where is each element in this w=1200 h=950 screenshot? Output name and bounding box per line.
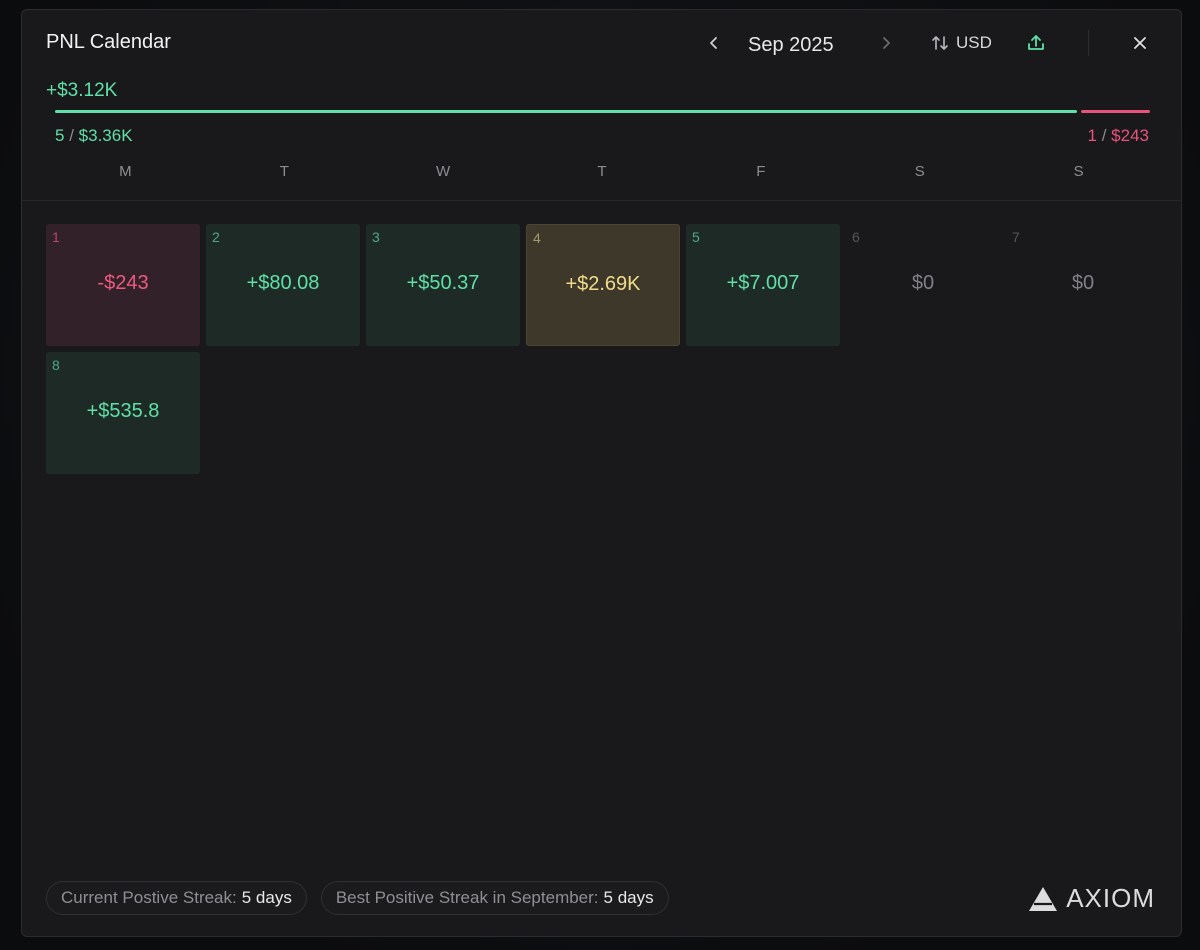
calendar-day-cell[interactable]: 2 +$80.08: [206, 224, 360, 346]
weekday-label: F: [756, 163, 766, 180]
separator: /: [69, 126, 74, 145]
month-label: Sep 2025: [748, 33, 834, 56]
brand-logo: AXIOM: [1028, 883, 1155, 914]
negative-ratio-bar: [1081, 110, 1150, 113]
positive-amount: $3.36K: [78, 126, 133, 145]
current-streak-value: 5 days: [241, 888, 292, 907]
calendar-grid: 1 -$243 2 +$80.08 3 +$50.37 4 +$2.69K 5 …: [46, 224, 1158, 474]
pnl-calendar-modal: PNL Calendar Sep 2025 USD +$3.12K 5 / $3…: [21, 9, 1182, 937]
export-button[interactable]: [1024, 28, 1048, 58]
calendar-day-cell[interactable]: 8 +$535.8: [46, 352, 200, 474]
close-icon: [1134, 37, 1146, 49]
header-divider: [1088, 30, 1089, 56]
weekday-label: S: [914, 163, 925, 180]
weekday-label: T: [279, 163, 289, 180]
total-pnl: +$3.12K: [46, 80, 118, 101]
day-pnl: $0: [911, 272, 935, 294]
weekday-label: T: [597, 163, 607, 180]
negative-amount: $243: [1111, 126, 1149, 145]
prev-month-button[interactable]: [702, 28, 726, 58]
negative-days-summary: 1 / $243: [1088, 126, 1150, 146]
header-divider-line: [22, 200, 1181, 201]
day-pnl: +$7.007: [726, 272, 800, 294]
weekday-label: M: [119, 163, 132, 180]
day-number: 7: [1012, 229, 1020, 245]
day-pnl: $0: [1071, 272, 1095, 294]
chevron-left-icon: [710, 37, 717, 49]
streak-stats: Current Postive Streak: 5 days Best Posi…: [46, 881, 669, 915]
day-number: 6: [852, 229, 860, 245]
day-number: 4: [533, 230, 541, 246]
day-number: 1: [52, 229, 60, 245]
day-pnl: -$243: [97, 272, 149, 294]
calendar-day-cell[interactable]: 3 +$50.37: [366, 224, 520, 346]
separator: /: [1101, 126, 1107, 145]
axiom-logo-icon: [1029, 886, 1058, 911]
weekday-label: S: [1073, 163, 1084, 180]
currency-toggle-button[interactable]: USD: [930, 28, 992, 58]
day-number: 5: [692, 229, 700, 245]
next-month-button[interactable]: [874, 28, 898, 58]
day-number: 3: [372, 229, 380, 245]
weekday-header: M T W T F S S: [46, 160, 1158, 184]
positive-days-count: 5: [55, 126, 65, 145]
calendar-day-cell[interactable]: 5 +$7.007: [686, 224, 840, 346]
calendar-day-cell[interactable]: 1 -$243: [46, 224, 200, 346]
modal-header: PNL Calendar Sep 2025 USD: [22, 10, 1181, 76]
day-pnl: +$2.69K: [565, 273, 641, 295]
share-upload-icon: [1028, 35, 1044, 50]
calendar-day-cell[interactable]: 4 +$2.69K: [526, 224, 680, 346]
calendar-day-cell[interactable]: 7 $0: [1006, 224, 1160, 346]
brand-name: AXIOM: [1066, 883, 1155, 913]
current-streak-badge: Current Postive Streak: 5 days: [46, 881, 307, 915]
best-streak-value: 5 days: [603, 888, 654, 907]
negative-days-count: 1: [1087, 126, 1097, 145]
weekday-label: W: [436, 163, 451, 180]
calendar-day-cell[interactable]: 6 $0: [846, 224, 1000, 346]
positive-ratio-bar: [55, 110, 1077, 113]
day-number: 2: [212, 229, 220, 245]
best-streak-label: Best Positive Streak in September:: [335, 888, 599, 907]
currency-label: USD: [956, 33, 992, 52]
day-pnl: +$80.08: [246, 272, 320, 294]
best-streak-badge: Best Positive Streak in September: 5 day…: [320, 881, 669, 915]
day-pnl: +$535.8: [86, 400, 160, 422]
close-button[interactable]: [1128, 28, 1152, 58]
day-number: 8: [52, 357, 60, 373]
swap-vertical-icon: [932, 36, 948, 50]
positive-days-summary: 5 / $3.36K: [55, 126, 133, 146]
current-streak-label: Current Postive Streak:: [61, 888, 237, 907]
modal-title: PNL Calendar: [46, 31, 171, 53]
day-pnl: +$50.37: [406, 272, 480, 294]
chevron-right-icon: [883, 37, 890, 49]
